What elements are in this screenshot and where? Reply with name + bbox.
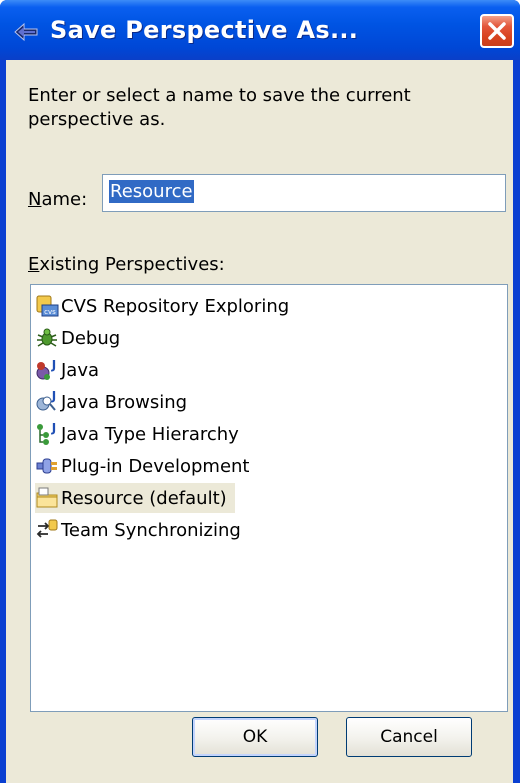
list-item-team-synchronizing[interactable]: Team Synchronizing	[35, 515, 241, 545]
name-label: Name:	[28, 189, 87, 210]
eclipse-window-icon	[14, 22, 38, 42]
svg-text:J: J	[51, 358, 56, 372]
svg-text:cvs: cvs	[44, 308, 56, 316]
name-label-mnemonic: N	[28, 189, 42, 210]
existing-label-mnemonic: E	[28, 254, 40, 275]
close-button[interactable]	[480, 14, 514, 48]
list-item-label: Resource (default)	[61, 487, 227, 509]
list-item-java[interactable]: J Java	[35, 355, 99, 385]
debug-bug-icon	[37, 328, 57, 347]
list-item-java-type-hierarchy[interactable]: J Java Type Hierarchy	[35, 419, 239, 449]
perspectives-list[interactable]: cvs CVS Repository Exploring Debug J Jav…	[30, 284, 508, 712]
list-item-java-browsing[interactable]: J Java Browsing	[35, 387, 187, 417]
name-input-value: Resource	[109, 180, 194, 203]
java-browsing-icon: J	[36, 390, 56, 411]
list-item-label: Team Synchronizing	[61, 519, 241, 541]
existing-perspectives-label: Existing Perspectives:	[28, 254, 225, 275]
team-synchronizing-icon	[36, 519, 58, 538]
list-item-cvs-repository-exploring[interactable]: cvs CVS Repository Exploring	[35, 291, 289, 321]
title-bar[interactable]: Save Perspective As...	[0, 0, 520, 60]
list-item-label: CVS Repository Exploring	[61, 295, 290, 317]
window-title: Save Perspective As...	[50, 16, 359, 44]
existing-label-rest: xisting Perspectives:	[39, 254, 225, 275]
list-item-plug-in-development[interactable]: Plug-in Development	[35, 451, 250, 481]
resource-folder-icon	[36, 487, 58, 508]
cvs-repository-icon: cvs	[36, 295, 59, 317]
intro-text: Enter or select a name to save the curre…	[28, 85, 411, 130]
name-input[interactable]: Resource	[102, 174, 506, 212]
java-type-hierarchy-icon: J	[37, 422, 56, 445]
svg-text:J: J	[51, 422, 56, 435]
list-item-label: Debug	[61, 327, 121, 349]
dialog-body: Enter or select a name to save the curre…	[6, 60, 513, 783]
svg-text:J: J	[51, 390, 56, 403]
ok-button[interactable]: OK	[192, 717, 318, 757]
list-item-resource-default[interactable]: Resource (default)	[35, 483, 235, 513]
java-icon: J	[36, 358, 56, 380]
list-item-label: Plug-in Development	[61, 455, 250, 477]
list-item-label: Java Type Hierarchy	[61, 423, 239, 445]
save-perspective-dialog: Save Perspective As... Enter or select a…	[0, 0, 520, 783]
cancel-button[interactable]: Cancel	[346, 717, 472, 757]
close-icon	[488, 22, 506, 40]
list-item-label: Java	[61, 359, 100, 381]
list-item-debug[interactable]: Debug	[35, 323, 120, 353]
plugin-development-icon	[36, 458, 57, 474]
list-item-label: Java Browsing	[61, 391, 188, 413]
name-label-rest: ame:	[41, 189, 88, 210]
